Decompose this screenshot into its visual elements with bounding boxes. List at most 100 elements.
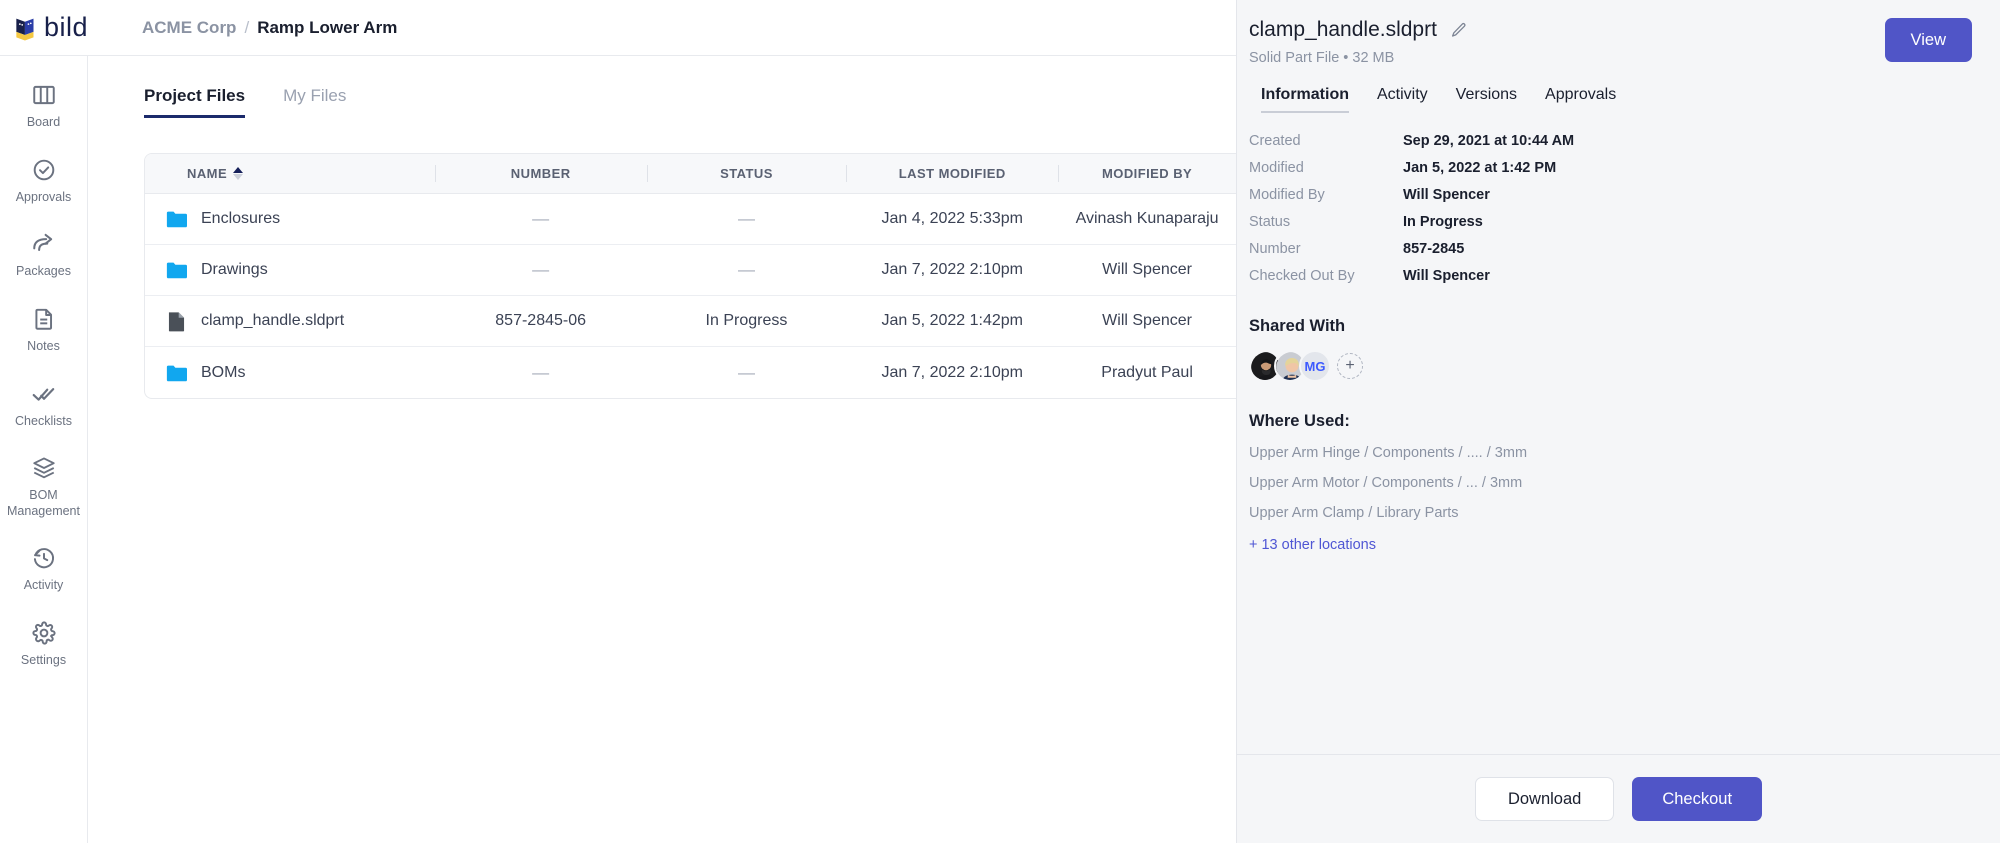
sort-descending-icon: [233, 174, 244, 180]
cell-number: 857-2845-06: [495, 312, 587, 329]
double-check-icon: [32, 387, 54, 401]
tab-approvals[interactable]: Approvals: [1545, 86, 1616, 113]
sidebar-label-board: Board: [26, 115, 61, 129]
breadcrumb-org[interactable]: ACME Corp: [142, 18, 236, 38]
sidebar-item-approvals[interactable]: Approvals: [0, 157, 88, 206]
table-row[interactable]: Drawings — — Jan 7, 2022 2:10pm Will Spe…: [145, 245, 1236, 296]
sidebar: Board Approvals Packages Notes Checklist…: [0, 56, 88, 843]
info-key: Created: [1249, 132, 1301, 149]
column-header-number[interactable]: NUMBER: [434, 154, 647, 193]
tab-activity[interactable]: Activity: [1377, 86, 1428, 113]
sidebar-label-packages: Packages: [16, 264, 71, 279]
column-header-name[interactable]: NAME: [145, 154, 435, 193]
sidebar-label-notes: Notes: [27, 338, 60, 353]
where-used-item[interactable]: Upper Arm Clamp / Library Parts: [1249, 505, 1988, 521]
view-button[interactable]: View: [1884, 18, 1972, 62]
info-row-checked-out-by: Checked Out By Will Spencer: [1249, 262, 1988, 289]
cell-last-modified: Jan 4, 2022 5:33pm: [881, 210, 1023, 227]
cell-status: —: [737, 362, 755, 382]
details-panel-body: Created Sep 29, 2021 at 10:44 AM Modifie…: [1237, 113, 2000, 754]
where-used-title: Where Used:: [1249, 412, 1350, 430]
info-row-modified-by: Modified By Will Spencer: [1249, 181, 1988, 208]
details-title-row: clamp_handle.sldprt Solid Part File • 32…: [1249, 18, 1974, 66]
info-value: 857-2845: [1403, 240, 1465, 257]
header-divider: [434, 165, 436, 182]
brand-logo[interactable]: bild: [0, 13, 88, 43]
folder-icon: [165, 207, 187, 231]
gear-icon: [31, 621, 56, 645]
sidebar-label-activity: Activity: [23, 578, 64, 593]
column-header-modified-by[interactable]: MODIFIED BY: [1058, 154, 1236, 193]
column-header-last-modified[interactable]: LAST MODIFIED: [846, 154, 1058, 193]
info-key: Modified: [1249, 159, 1304, 176]
sort-indicator-asc[interactable]: [233, 167, 244, 180]
clock-rotate-icon: [33, 548, 54, 569]
add-person-button[interactable]: +: [1337, 353, 1363, 379]
info-row-number: Number 857-2845: [1249, 235, 1988, 262]
details-tabs: Information Activity Versions Approvals: [1249, 66, 1974, 113]
download-button[interactable]: Download: [1474, 777, 1615, 821]
cell-modified-by: Will Spencer: [1102, 261, 1192, 278]
cell-name-text: Enclosures: [201, 210, 281, 227]
details-panel: clamp_handle.sldprt Solid Part File • 32…: [1236, 0, 2000, 843]
tab-project-files[interactable]: Project Files: [144, 86, 246, 118]
details-subtitle: Solid Part File • 32 MB: [1249, 50, 1395, 66]
details-panel-header: clamp_handle.sldprt Solid Part File • 32…: [1237, 0, 2000, 113]
app-root: bild ACME Corp / Ramp Lower Arm Board: [0, 0, 2000, 843]
header-divider: [646, 165, 648, 182]
sidebar-item-checklists[interactable]: Checklists: [0, 381, 88, 430]
tab-my-files[interactable]: My Files: [283, 86, 346, 118]
shared-with-avatars: MG +: [1249, 350, 1988, 382]
table-row[interactable]: clamp_handle.sldprt 857-2845-06 In Progr…: [145, 296, 1236, 347]
checkout-button[interactable]: Checkout: [1632, 777, 1763, 821]
cell-status: —: [737, 260, 755, 279]
info-value: Will Spencer: [1403, 267, 1490, 284]
cell-last-modified: Jan 7, 2022 2:10pm: [881, 261, 1023, 278]
details-panel-footer: Download Checkout: [1237, 754, 2000, 843]
sidebar-item-settings[interactable]: Settings: [0, 620, 88, 669]
where-used-item[interactable]: Upper Arm Hinge / Components / .... / 3m…: [1249, 445, 1988, 461]
info-key: Modified By: [1249, 186, 1325, 203]
files-table: NAME NUMBER STATUS LAST MODIFIED MODIFIE…: [144, 153, 1236, 399]
sidebar-item-activity[interactable]: Activity: [0, 545, 88, 594]
sidebar-label-bom-management: BOM Management: [7, 488, 80, 518]
breadcrumb: ACME Corp / Ramp Lower Arm: [142, 18, 397, 38]
sidebar-item-notes[interactable]: Notes: [0, 306, 88, 355]
cell-name-text: BOMs: [201, 363, 246, 381]
sort-ascending-icon: [233, 167, 244, 173]
header-divider: [846, 165, 848, 182]
column-header-status[interactable]: STATUS: [646, 154, 847, 193]
document-lines-icon: [34, 308, 52, 330]
tab-versions[interactable]: Versions: [1456, 86, 1517, 113]
tab-information[interactable]: Information: [1261, 86, 1349, 113]
cell-name: BOMs: [145, 347, 435, 398]
sidebar-item-board[interactable]: Board: [0, 82, 88, 131]
cell-name: clamp_handle.sldprt: [145, 296, 435, 346]
info-key: Checked Out By: [1249, 267, 1355, 284]
table-row[interactable]: BOMs — — Jan 7, 2022 2:10pm Pradyut Paul: [145, 347, 1236, 398]
info-key: Number: [1249, 240, 1301, 257]
shared-with-title: Shared With: [1249, 317, 1346, 335]
share-arrow-icon: [32, 234, 52, 252]
column-header-status-label: STATUS: [720, 166, 773, 181]
breadcrumb-current: Ramp Lower Arm: [257, 17, 398, 37]
pencil-icon[interactable]: [1450, 21, 1468, 39]
table-row[interactable]: Enclosures — — Jan 4, 2022 5:33pm Avinas…: [145, 194, 1236, 245]
cell-modified-by: Pradyut Paul: [1101, 363, 1193, 381]
sidebar-item-packages[interactable]: Packages: [0, 231, 88, 280]
where-used-more-link[interactable]: + 13 other locations: [1249, 537, 1988, 553]
table-header-row: NAME NUMBER STATUS LAST MODIFIED MODIFIE…: [145, 154, 1236, 194]
column-header-last-modified-label: LAST MODIFIED: [898, 166, 1006, 181]
cell-status: —: [737, 209, 755, 228]
sidebar-label-settings: Settings: [20, 653, 67, 667]
information-list: Created Sep 29, 2021 at 10:44 AM Modifie…: [1249, 127, 1988, 289]
where-used-item[interactable]: Upper Arm Motor / Components / ... / 3mm: [1249, 475, 1988, 491]
sidebar-item-bom-management[interactable]: BOM Management: [0, 455, 88, 519]
page-title: clamp_handle.sldprt: [1249, 18, 1437, 41]
avatar-initials[interactable]: MG: [1299, 350, 1331, 382]
folder-icon: [165, 361, 187, 385]
cell-modified-by: Avinash Kunaparaju: [1075, 210, 1219, 227]
cell-name: Drawings: [145, 245, 435, 295]
column-header-number-label: NUMBER: [510, 166, 571, 181]
info-key: Status: [1249, 213, 1291, 230]
